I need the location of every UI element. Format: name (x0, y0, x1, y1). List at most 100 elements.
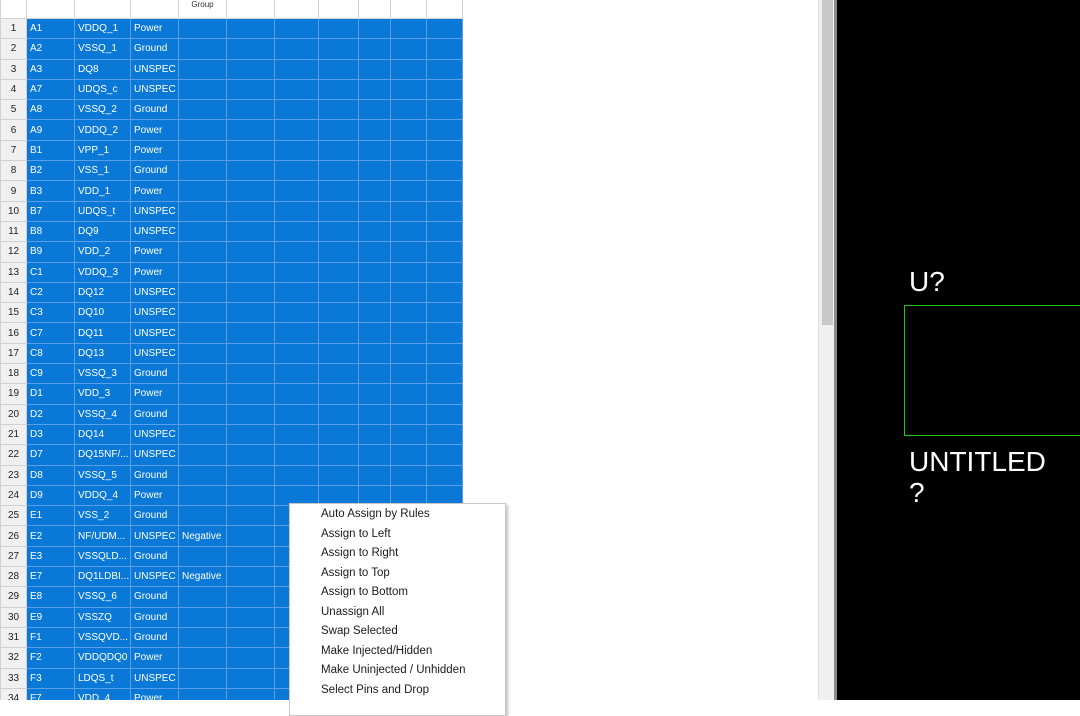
shape-cell[interactable] (178, 220, 227, 243)
empty-cell[interactable] (390, 17, 427, 40)
empty-cell[interactable] (274, 241, 319, 263)
shape-cell[interactable] (178, 17, 227, 40)
pin-type-cell[interactable]: Ground (130, 464, 179, 486)
row-number[interactable]: 30 (0, 606, 27, 628)
empty-cell[interactable] (226, 302, 275, 324)
row-number[interactable]: 17 (0, 342, 27, 365)
menu-item-make-uninjected-unhidden[interactable]: Make Uninjected / Unhidden (290, 661, 505, 681)
empty-cell[interactable] (390, 281, 427, 304)
pin-type-cell[interactable]: Power (130, 261, 179, 283)
scrollbar-thumb[interactable] (822, 0, 833, 325)
empty-cell[interactable] (358, 180, 391, 202)
empty-cell[interactable] (318, 281, 359, 304)
pin-name-cell[interactable]: DQ9 (74, 220, 131, 243)
empty-cell[interactable] (426, 38, 463, 60)
pin-name-cell[interactable]: VSSZQ (74, 606, 131, 628)
empty-cell[interactable] (274, 17, 319, 40)
pin-number-cell[interactable]: B7 (26, 200, 75, 222)
empty-cell[interactable] (226, 525, 275, 547)
column-header[interactable] (274, 0, 319, 19)
pin-type-cell[interactable]: Ground (130, 586, 179, 608)
empty-cell[interactable] (358, 139, 391, 162)
menu-item-auto-assign[interactable]: Auto Assign by Rules (290, 505, 505, 525)
empty-cell[interactable] (226, 647, 275, 669)
shape-cell[interactable] (178, 667, 227, 689)
empty-cell[interactable] (426, 58, 463, 80)
pin-number-cell[interactable]: C2 (26, 281, 75, 304)
empty-cell[interactable] (318, 58, 359, 80)
pin-number-cell[interactable]: F7 (26, 687, 75, 700)
empty-cell[interactable] (358, 17, 391, 40)
empty-cell[interactable] (274, 38, 319, 60)
table-row[interactable]: 20 D2 VSSQ_4 Ground (0, 403, 463, 425)
empty-cell[interactable] (226, 342, 275, 365)
row-number[interactable]: 13 (0, 261, 27, 283)
empty-cell[interactable] (426, 261, 463, 283)
vertical-scrollbar[interactable] (818, 0, 835, 700)
empty-cell[interactable] (426, 99, 463, 121)
empty-cell[interactable] (274, 180, 319, 202)
empty-cell[interactable] (390, 322, 427, 344)
pin-number-cell[interactable]: E1 (26, 505, 75, 527)
pin-type-cell[interactable]: Ground (130, 505, 179, 527)
pin-name-cell[interactable]: UDQS_c (74, 78, 131, 101)
column-header[interactable] (130, 0, 179, 19)
empty-cell[interactable] (274, 200, 319, 222)
empty-cell[interactable] (426, 119, 463, 141)
empty-cell[interactable] (274, 383, 319, 405)
empty-cell[interactable] (226, 220, 275, 243)
empty-cell[interactable] (274, 139, 319, 162)
empty-cell[interactable] (226, 119, 275, 141)
empty-cell[interactable] (426, 160, 463, 182)
table-row[interactable]: 1 A1 VDDQ_1 Power (0, 17, 463, 40)
empty-cell[interactable] (358, 99, 391, 121)
empty-cell[interactable] (226, 241, 275, 263)
empty-cell[interactable] (318, 342, 359, 365)
pin-name-cell[interactable]: VDD_3 (74, 383, 131, 405)
row-number[interactable]: 14 (0, 281, 27, 304)
row-number[interactable]: 5 (0, 99, 27, 121)
empty-cell[interactable] (358, 78, 391, 101)
empty-cell[interactable] (274, 119, 319, 141)
empty-cell[interactable] (318, 383, 359, 405)
menu-item-swap-selected[interactable]: Swap Selected (290, 622, 505, 642)
pin-number-cell[interactable]: A8 (26, 99, 75, 121)
empty-cell[interactable] (390, 261, 427, 283)
shape-cell[interactable] (178, 342, 227, 365)
empty-cell[interactable] (226, 322, 275, 344)
empty-cell[interactable] (426, 241, 463, 263)
empty-cell[interactable] (318, 78, 359, 101)
empty-cell[interactable] (426, 464, 463, 486)
pin-type-cell[interactable]: Power (130, 17, 179, 40)
row-number[interactable]: 12 (0, 241, 27, 263)
empty-cell[interactable] (390, 383, 427, 405)
pin-type-cell[interactable]: UNSPEC (130, 342, 179, 365)
pin-number-cell[interactable]: B2 (26, 160, 75, 182)
empty-cell[interactable] (226, 667, 275, 689)
empty-cell[interactable] (226, 17, 275, 40)
table-row[interactable]: 19 D1 VDD_3 Power (0, 383, 463, 405)
empty-cell[interactable] (226, 505, 275, 527)
pin-name-cell[interactable]: DQ8 (74, 58, 131, 80)
shape-cell[interactable] (178, 423, 227, 446)
pin-number-cell[interactable]: D3 (26, 423, 75, 446)
shape-cell[interactable] (178, 200, 227, 222)
menu-item-assign-bottom[interactable]: Assign to Bottom (290, 583, 505, 603)
table-row[interactable]: 17 C8 DQ13 UNSPEC (0, 342, 463, 365)
pin-number-cell[interactable]: B1 (26, 139, 75, 162)
empty-cell[interactable] (226, 586, 275, 608)
pin-name-cell[interactable]: VDD_2 (74, 241, 131, 263)
empty-cell[interactable] (426, 383, 463, 405)
empty-cell[interactable] (318, 200, 359, 222)
shape-cell[interactable] (178, 261, 227, 283)
column-header[interactable] (358, 0, 391, 19)
pin-number-cell[interactable]: C8 (26, 342, 75, 365)
row-number[interactable]: 6 (0, 119, 27, 141)
empty-cell[interactable] (426, 281, 463, 304)
empty-cell[interactable] (390, 139, 427, 162)
empty-cell[interactable] (390, 38, 427, 60)
row-number[interactable]: 26 (0, 525, 27, 547)
row-number[interactable]: 4 (0, 78, 27, 101)
pin-number-cell[interactable]: A9 (26, 119, 75, 141)
pin-name-cell[interactable]: UDQS_t (74, 200, 131, 222)
